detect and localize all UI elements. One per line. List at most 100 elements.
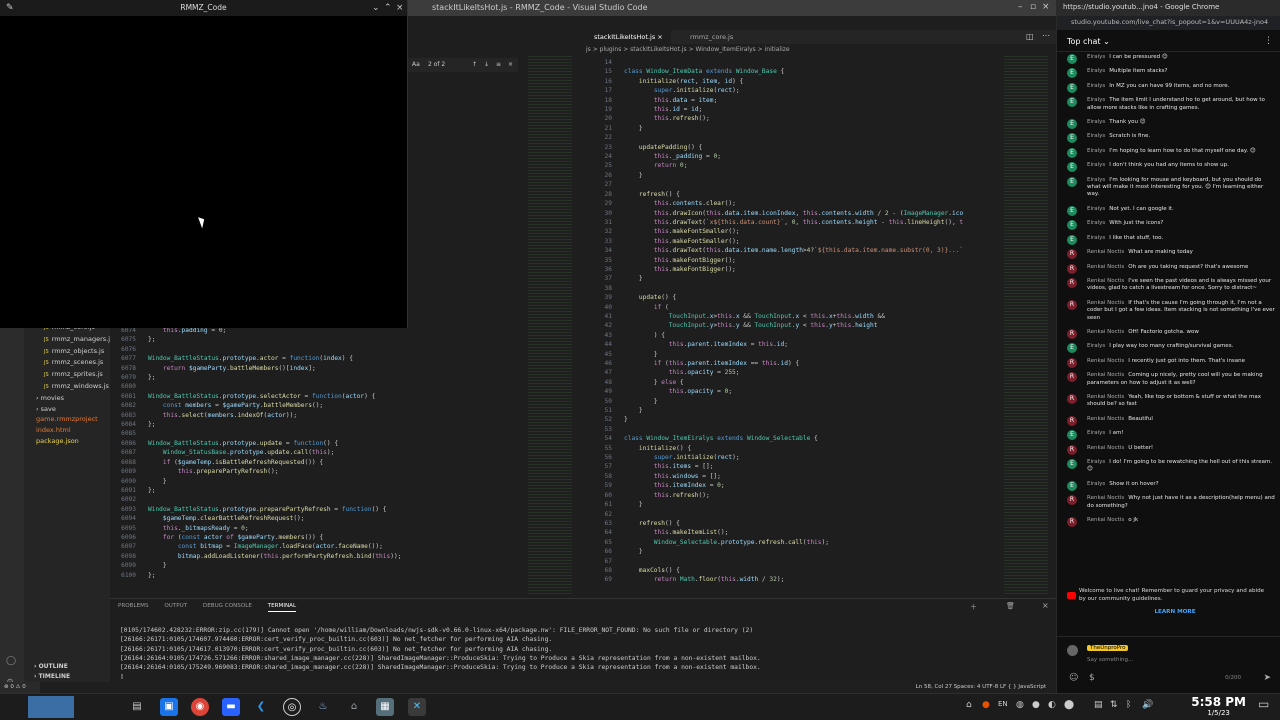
chat-message[interactable]: E Eiralys I can be pressured 😊 [1057, 52, 1280, 64]
show-desktop-icon[interactable]: ▭ [1258, 697, 1269, 711]
chat-input[interactable]: Say something... [1087, 657, 1133, 663]
close-icon[interactable]: × [396, 0, 404, 16]
more-options-icon[interactable]: ⋮ [1264, 36, 1273, 46]
chat-author[interactable]: Renkai Noctis [1087, 300, 1124, 306]
bluetooth-icon[interactable]: ᛒ [1126, 700, 1131, 710]
status-right[interactable]: Ln 58, Col 27 Spaces: 4 UTF-8 LF { } Jav… [916, 684, 1046, 690]
chat-message[interactable]: R Renkai Noctis I've seen the past videos … [1057, 276, 1280, 295]
chat-author[interactable]: Renkai Noctis [1087, 249, 1124, 255]
kill-terminal-icon[interactable]: 🗑 [1006, 602, 1015, 610]
chat-author[interactable]: Eiralys [1087, 97, 1105, 103]
maximize-icon[interactable]: ⌃ [384, 0, 392, 16]
chat-message[interactable]: R Renkai Noctis Beautiful [1057, 414, 1280, 426]
chat-author[interactable]: Eiralys [1087, 235, 1105, 241]
folder-icon[interactable]: ▬ [222, 698, 240, 716]
chat-message[interactable]: R Renkai Noctis Coming up nicely, pretty c… [1057, 370, 1280, 389]
chat-author[interactable]: Renkai Noctis [1087, 278, 1124, 284]
status-problems[interactable]: ⊗ 0 ⚠ 0 [0, 682, 40, 693]
chat-author[interactable]: Eiralys [1087, 430, 1105, 436]
chrome-url-bar[interactable]: studio.youtube.com/live_chat?is_popout=1… [1057, 16, 1280, 30]
chat-message[interactable]: E Eiralys Show it on hover? [1057, 479, 1280, 491]
chat-message[interactable]: E Eiralys I don't think you had any items … [1057, 160, 1280, 173]
tab-stackitlikeitshot[interactable]: stackItLikeItsHot.js × [586, 30, 671, 44]
tray-icon[interactable]: ⬤ [1064, 700, 1074, 710]
chat-message[interactable]: R Renkai Noctis I recently just got into t… [1057, 356, 1280, 368]
chat-message[interactable]: R Renkai Noctis U better! [1057, 443, 1280, 455]
minimize-icon[interactable]: ⌄ [372, 0, 380, 16]
chat-author[interactable]: Renkai Noctis [1087, 495, 1124, 501]
chat-message[interactable]: R Renkai Noctis OH! Factorio gotcha. wow [1057, 327, 1280, 339]
tree-item[interactable]: rmmz_scenes.js [30, 357, 113, 369]
chat-author[interactable]: Eiralys [1087, 54, 1105, 60]
chat-message[interactable]: R Renkai Noctis Oh are you taking request?… [1057, 262, 1280, 274]
tab-debug-console[interactable]: DEBUG CONSOLE [203, 603, 252, 609]
breadcrumb[interactable]: js > plugins > stackItLikeItsHot.js > Wi… [586, 46, 790, 53]
network-icon[interactable]: ⇅ [1110, 700, 1118, 710]
chat-author[interactable]: Renkai Noctis [1087, 358, 1124, 364]
chat-message[interactable]: E Eiralys Scratch is fine. [1057, 131, 1280, 144]
vscode-icon[interactable]: ❮ [252, 698, 270, 716]
chat-author[interactable]: Eiralys [1087, 83, 1105, 89]
chat-author[interactable]: Renkai Noctis [1087, 264, 1124, 270]
chat-author[interactable]: Eiralys [1087, 206, 1105, 212]
tray-icon[interactable]: ◐ [1048, 700, 1056, 710]
chat-author[interactable]: Eiralys [1087, 119, 1105, 125]
maximize-icon[interactable]: ▫ [1030, 2, 1036, 12]
chat-message[interactable]: E Eiralys Thank you 😊 [1057, 117, 1280, 130]
close-icon[interactable]: × [1042, 2, 1050, 12]
tree-folder[interactable]: › save [30, 404, 113, 415]
chat-message[interactable]: E Eiralys I'm looking for mouse and keyboa… [1057, 175, 1280, 201]
tab-problems[interactable]: PROBLEMS [118, 603, 149, 609]
send-icon[interactable]: ➤ [1263, 673, 1271, 683]
tab-terminal[interactable]: TERMINAL [267, 603, 297, 612]
find-next-icon[interactable]: ↓ [484, 61, 489, 68]
chat-author[interactable]: Renkai Noctis [1087, 329, 1124, 335]
find-selection-icon[interactable]: ≡ [496, 61, 501, 68]
chat-mode-select[interactable]: Top chat ⌄ [1067, 37, 1110, 46]
emoji-icon[interactable]: ☺ [1069, 673, 1078, 683]
chat-author[interactable]: Eiralys [1087, 148, 1105, 154]
tree-item[interactable]: index.html [30, 425, 113, 436]
super-chat-icon[interactable]: $ [1089, 673, 1095, 683]
tree-item[interactable]: rmmz_windows.js [30, 381, 113, 393]
chat-message[interactable]: R Renkai Noctis o jk [1057, 515, 1280, 528]
obs-icon[interactable]: ◎ [283, 698, 301, 716]
learn-more-button[interactable]: LEARN MORE [1079, 609, 1271, 617]
chat-author[interactable]: Eiralys [1087, 133, 1105, 139]
chat-message[interactable]: R Renkai Noctis If that's the cause I'm go… [1057, 298, 1280, 324]
clock[interactable]: 5:58 PM 1/5/23 [1191, 695, 1246, 718]
vscode-active-icon[interactable]: ✕ [408, 698, 426, 716]
minimize-icon[interactable]: – [1018, 2, 1023, 12]
chat-message[interactable]: E Eiralys Not yet. I can google it. [1057, 204, 1280, 216]
chat-message[interactable]: E Eiralys I'm hoping to learn how to do th… [1057, 146, 1280, 158]
chat-author[interactable]: Renkai Noctis [1087, 394, 1124, 400]
pin-icon[interactable]: ✎ [6, 0, 14, 16]
tree-folder[interactable]: › movies [30, 393, 113, 404]
left-code[interactable]: 6074 this.padding = 0; 6075}; 6076 6077 W… [110, 326, 401, 580]
find-previous-icon[interactable]: ↑ [472, 61, 477, 68]
chat-message[interactable]: E Eiralys I am! [1057, 428, 1280, 441]
chat-message[interactable]: R Renkai Noctis What are making today [1057, 247, 1280, 260]
files-icon[interactable]: ▣ [160, 698, 178, 716]
tree-item[interactable]: rmmz_sprites.js [30, 369, 113, 381]
chat-message[interactable]: E Eiralys In MZ you can have 99 items, and… [1057, 81, 1280, 93]
start-menu-button[interactable] [28, 696, 74, 718]
account-icon[interactable]: ◯ [6, 656, 16, 666]
chat-message[interactable]: E Eiralys I like that stuff, too. [1057, 233, 1280, 245]
chat-author[interactable]: Renkai Noctis [1087, 416, 1124, 422]
chat-message[interactable]: E Eiralys Multiple item stacks? [1057, 66, 1280, 79]
terminal-output[interactable]: [0105/174602.428232:ERROR:zip.cc(179)] C… [120, 626, 761, 682]
right-code[interactable]: 14 15 class Window_ItemData extends Windo… [586, 58, 964, 585]
clipboard-icon[interactable]: ▤ [1094, 700, 1103, 710]
tree-item[interactable]: package.json [30, 436, 113, 447]
chat-author[interactable]: Eiralys [1087, 481, 1105, 487]
tab-output[interactable]: OUTPUT [164, 603, 187, 609]
chat-author[interactable]: Eiralys [1087, 220, 1105, 226]
tab-rmmz-core[interactable]: rmmz_core.js [682, 30, 741, 44]
chat-message[interactable]: E Eiralys With just the icons? [1057, 218, 1280, 231]
taskview-icon[interactable]: ▤ [128, 698, 146, 716]
chat-author[interactable]: Eiralys [1087, 162, 1105, 168]
chat-author[interactable]: Eiralys [1087, 343, 1105, 349]
terminal-icon[interactable]: ▦ [376, 698, 394, 716]
game-window[interactable]: RMMZ_Code ✎ ⌄ ⌃ × [0, 0, 408, 328]
